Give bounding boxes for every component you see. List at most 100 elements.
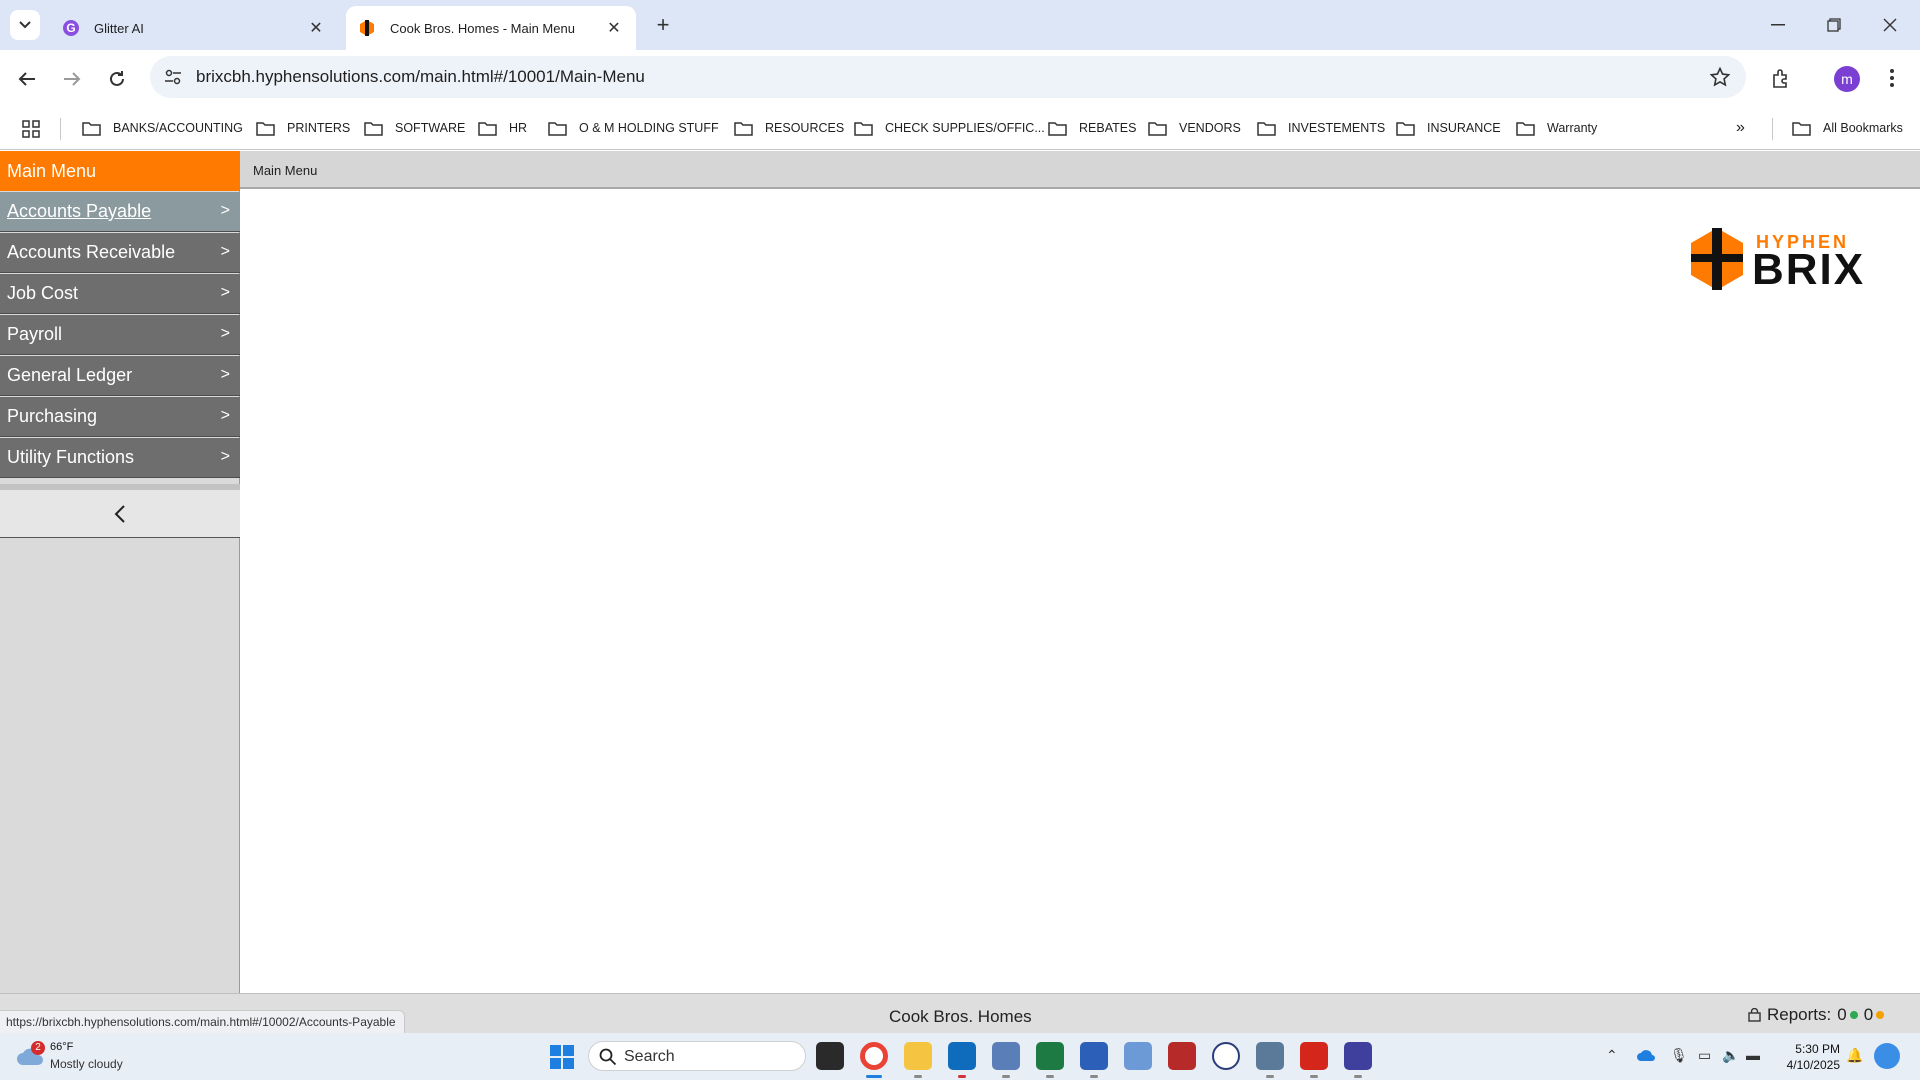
link-preview-url: https://brixcbh.hyphensolutions.com/main… — [0, 1010, 405, 1034]
collapse-sidebar-button[interactable] — [0, 484, 240, 538]
bookmark-folder[interactable]: CHECK SUPPLIES/OFFIC... — [854, 118, 1045, 138]
bookmark-folder[interactable]: HR — [478, 118, 527, 138]
kebab-menu-icon[interactable] — [1890, 69, 1894, 87]
clock-date: 4/10/2025 — [1786, 1058, 1840, 1072]
tab-cook-bros-main-menu[interactable]: Cook Bros. Homes - Main Menu ✕ — [346, 6, 636, 50]
bookmark-label: VENDORS — [1179, 121, 1241, 135]
tab-search-button[interactable] — [10, 10, 40, 40]
bookmark-folder[interactable]: RESOURCES — [734, 118, 844, 138]
bookmark-star-icon[interactable] — [1710, 67, 1730, 87]
close-icon — [1883, 18, 1897, 32]
restore-button[interactable] — [1806, 0, 1862, 50]
folder-icon — [548, 121, 567, 136]
weather-condition: Mostly cloudy — [50, 1057, 123, 1071]
main-menu-sidebar: Main Menu Accounts Payable > Accounts Re… — [0, 151, 240, 993]
bookmark-folder[interactable]: REBATES — [1048, 118, 1136, 138]
network-icon[interactable]: ▭ — [1698, 1047, 1711, 1064]
weather-widget[interactable]: 2 66°F Mostly cloudy — [16, 1041, 156, 1075]
all-bookmarks-button[interactable]: All Bookmarks — [1792, 118, 1903, 138]
menu-item-job-cost[interactable]: Job Cost > — [0, 274, 240, 314]
quicken-icon[interactable] — [1344, 1042, 1372, 1070]
bookmark-folder[interactable]: INSURANCE — [1396, 118, 1501, 138]
task-view-icon[interactable] — [816, 1042, 844, 1070]
orange-dot-icon — [1876, 1011, 1885, 1019]
back-arrow-icon — [18, 72, 35, 86]
bookmark-label: Warranty — [1547, 121, 1598, 135]
menu-item-accounts-payable[interactable]: Accounts Payable > — [0, 192, 240, 232]
acrobat-icon[interactable] — [1300, 1042, 1328, 1070]
access-icon[interactable] — [1168, 1042, 1196, 1070]
bookmark-folder[interactable]: Warranty — [1516, 118, 1597, 138]
notification-bell-icon[interactable]: 🔔 — [1846, 1047, 1863, 1064]
close-tab-icon[interactable]: ✕ — [304, 16, 328, 40]
close-tab-icon[interactable]: ✕ — [602, 16, 626, 40]
bookmark-label: BANKS/ACCOUNTING — [113, 121, 243, 135]
battery-icon[interactable]: ▬ — [1746, 1047, 1760, 1063]
bookmark-folder[interactable]: O & M HOLDING STUFF — [548, 118, 719, 138]
site-settings-icon[interactable] — [164, 69, 182, 85]
chevron-right-icon: > — [220, 407, 230, 424]
snipping-tool-icon[interactable] — [1124, 1042, 1152, 1070]
folder-icon — [1257, 121, 1276, 136]
back-button[interactable] — [10, 62, 44, 96]
reports-status[interactable]: Reports: 0 0 — [1748, 1005, 1890, 1025]
volume-icon[interactable]: 🔈 — [1722, 1047, 1739, 1064]
remote-desktop-icon[interactable] — [992, 1042, 1020, 1070]
word-icon[interactable] — [1080, 1042, 1108, 1070]
company-name: Cook Bros. Homes — [889, 1007, 1032, 1026]
browser-toolbar: brixcbh.hyphensolutions.com/main.html#/1… — [0, 50, 1920, 108]
system-clock[interactable]: 5:30 PM 4/10/2025 — [1778, 1041, 1840, 1073]
chrome-icon[interactable] — [860, 1042, 888, 1070]
main-menu-header: Main Menu — [0, 151, 240, 191]
running-indicator — [1354, 1075, 1362, 1078]
bookmark-folder[interactable]: BANKS/ACCOUNTING — [82, 118, 243, 138]
menu-item-label: Purchasing — [7, 406, 98, 426]
extensions-icon[interactable] — [1770, 68, 1792, 90]
lexmark-icon[interactable] — [1212, 1042, 1240, 1070]
bookmark-folder[interactable]: INVESTEMENTS — [1257, 118, 1385, 138]
menu-item-label: Accounts Receivable — [7, 242, 176, 262]
menu-item-payroll[interactable]: Payroll > — [0, 315, 240, 355]
apps-grid-icon[interactable] — [22, 120, 40, 138]
windows-start-icon[interactable] — [550, 1045, 574, 1069]
menu-item-accounts-receivable[interactable]: Accounts Receivable > — [0, 233, 240, 273]
microphone-icon[interactable]: 🎙 — [1670, 1047, 1688, 1064]
profile-avatar[interactable]: m — [1834, 66, 1860, 92]
outlook-icon[interactable] — [948, 1042, 976, 1070]
onedrive-cloud-icon[interactable] — [1636, 1048, 1656, 1062]
close-window-button[interactable] — [1862, 0, 1918, 50]
menu-item-purchasing[interactable]: Purchasing > — [0, 397, 240, 437]
bookmark-label: PRINTERS — [287, 121, 351, 135]
copilot-icon[interactable] — [1874, 1043, 1900, 1069]
show-hidden-icons-chevron-icon[interactable]: ⌃ — [1606, 1047, 1618, 1064]
running-indicator — [1002, 1075, 1010, 1078]
calculator-icon[interactable] — [1256, 1042, 1284, 1070]
bookmark-folder[interactable]: VENDORS — [1148, 118, 1241, 138]
minimize-button[interactable] — [1750, 0, 1806, 50]
reload-button[interactable] — [100, 62, 134, 96]
bookmark-folder[interactable]: SOFTWARE — [364, 118, 465, 138]
windows-taskbar: 2 66°F Mostly cloudy Search ⌃ 🎙 ▭ 🔈 ▬ 5:… — [0, 1033, 1920, 1080]
file-explorer-icon[interactable] — [904, 1042, 932, 1070]
chevron-down-icon — [19, 21, 31, 29]
bookmark-label: INSURANCE — [1427, 121, 1501, 135]
new-tab-button[interactable]: + — [650, 12, 676, 38]
tab-glitter-ai[interactable]: G Glitter AI ✕ — [50, 6, 338, 50]
menu-item-label: Job Cost — [7, 283, 79, 303]
menu-item-utility-functions[interactable]: Utility Functions > — [0, 438, 240, 478]
running-indicator — [914, 1075, 922, 1078]
forward-button[interactable] — [55, 62, 89, 96]
excel-icon[interactable] — [1036, 1042, 1064, 1070]
menu-item-label: Accounts Payable — [7, 201, 152, 221]
folder-icon — [1148, 121, 1167, 136]
status-bar: https://brixcbh.hyphensolutions.com/main… — [0, 993, 1920, 1034]
taskbar-search[interactable]: Search — [588, 1041, 806, 1071]
menu-item-general-ledger[interactable]: General Ledger > — [0, 356, 240, 396]
more-bookmarks-button[interactable]: » — [1736, 118, 1745, 138]
running-indicator — [1090, 1075, 1098, 1078]
tab-title: Glitter AI — [94, 20, 144, 36]
forward-arrow-icon — [64, 72, 81, 86]
search-label: Search — [624, 1048, 675, 1065]
bookmarks-bar: BANKS/ACCOUNTING PRINTERS SOFTWARE HR O … — [0, 108, 1920, 150]
bookmark-folder[interactable]: PRINTERS — [256, 118, 350, 138]
